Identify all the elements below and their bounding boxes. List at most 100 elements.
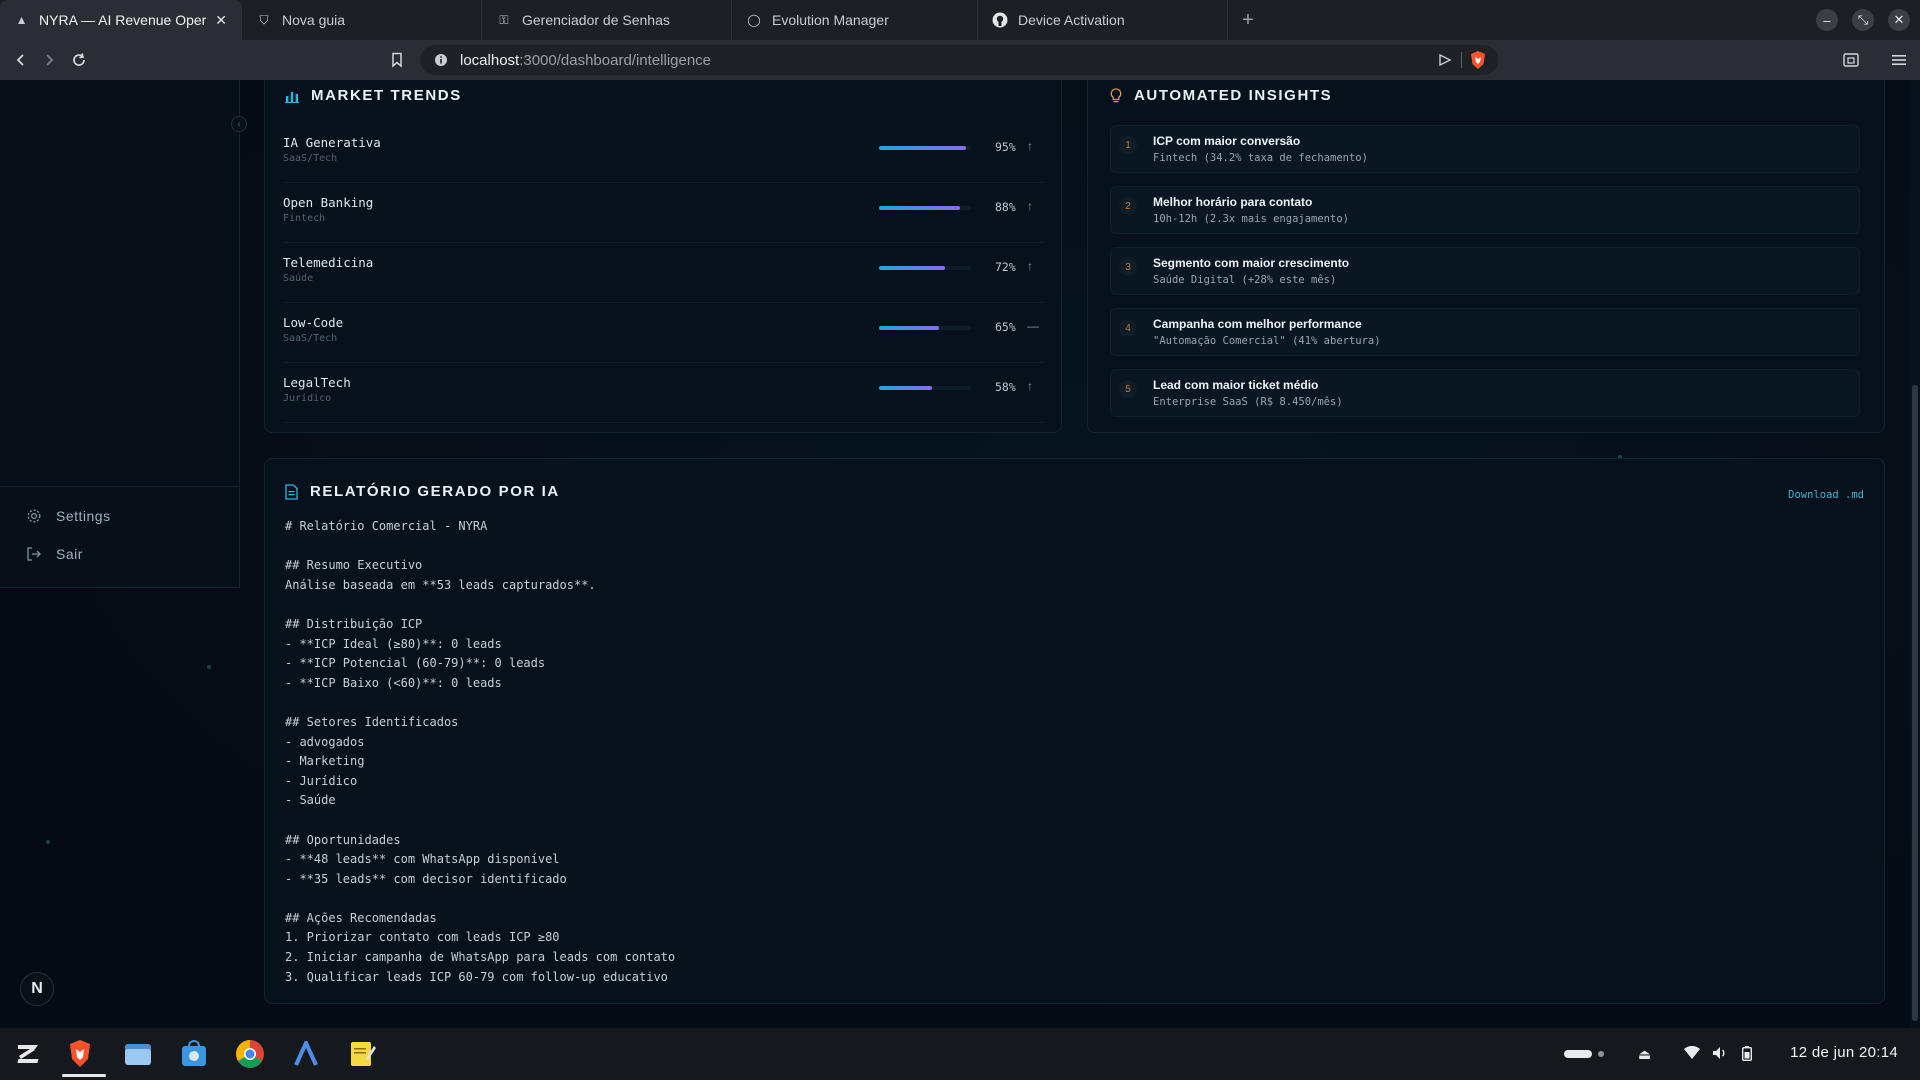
wifi-icon[interactable] xyxy=(1684,1045,1700,1063)
close-tab-icon[interactable]: ✕ xyxy=(207,12,227,29)
bookmark-button[interactable] xyxy=(386,49,408,71)
tab-label: Evolution Manager xyxy=(772,12,889,28)
download-md-link[interactable]: Download .md xyxy=(1788,489,1864,501)
tab-nova-guia[interactable]: ⛉ Nova guia xyxy=(242,0,482,40)
insight-item: 5 Lead com maior ticket médio Enterprise S… xyxy=(1110,369,1860,417)
trend-bar-fill xyxy=(879,386,933,390)
page-scrollbar[interactable] xyxy=(1910,80,1920,1028)
zorin-menu-icon[interactable] xyxy=(12,1038,44,1070)
report-line: ## Resumo Executivo xyxy=(285,558,423,573)
insight-description: Saúde Digital (+28% este mês) xyxy=(1153,274,1337,286)
tab-evolution-manager[interactable]: ◯ Evolution Manager xyxy=(732,0,978,40)
forward-button[interactable] xyxy=(38,49,60,71)
chat-bubble-icon: ◯ xyxy=(747,13,761,27)
report-line: - **ICP Ideal (≥80)**: 0 leads xyxy=(285,636,502,651)
ai-report-card: RELATÓRIO GERADO POR IA Download .md # R… xyxy=(264,458,1885,1004)
trend-name: Telemedicina xyxy=(283,255,374,270)
trend-bar xyxy=(879,146,971,150)
report-line: - **48 leads** com WhatsApp disponível xyxy=(285,852,560,867)
eject-icon[interactable]: ⏏ xyxy=(1638,1046,1651,1063)
address-bar[interactable]: localhost:3000/dashboard/intelligence xyxy=(420,45,1498,75)
insight-number-badge: 1 xyxy=(1119,136,1137,154)
scrollbar-thumb[interactable] xyxy=(1912,385,1918,1021)
site-info-icon[interactable] xyxy=(434,53,448,67)
insight-title: Lead com maior ticket médio xyxy=(1153,378,1319,392)
workspace-indicator[interactable] xyxy=(1564,1050,1592,1058)
insight-title: Melhor horário para contato xyxy=(1153,195,1313,209)
card-title-text: AUTOMATED INSIGHTS xyxy=(1134,87,1333,104)
brave-shields-icon[interactable] xyxy=(1468,50,1488,70)
trend-bar xyxy=(879,326,971,330)
panel-icon xyxy=(1843,53,1859,67)
insight-item: 1 ICP com maior conversão Fintech (34.2% t… xyxy=(1110,125,1860,173)
trend-name: LegalTech xyxy=(283,375,351,390)
report-line: - **ICP Baixo (<60)**: 0 leads xyxy=(285,675,502,690)
trend-row: Open Banking Fintech 88% ↑ xyxy=(283,187,1043,243)
sidebar-item-logout[interactable]: Sair xyxy=(26,546,83,562)
trend-sector: SaaS/Tech xyxy=(283,333,338,344)
divider xyxy=(1461,52,1462,68)
report-content: # Relatório Comercial - NYRA ## Resumo Ex… xyxy=(285,517,675,987)
software-store-icon[interactable] xyxy=(178,1038,210,1070)
trend-percent: 65% xyxy=(995,320,1016,334)
restore-button[interactable]: ⤡ xyxy=(1852,9,1874,31)
reload-button[interactable] xyxy=(68,49,90,71)
trend-percent: 95% xyxy=(995,140,1016,154)
tab-gerenciador-senhas[interactable]: ⚿ Gerenciador de Senhas xyxy=(482,0,732,40)
new-tab-button[interactable]: + xyxy=(1228,0,1268,40)
trend-percent: 72% xyxy=(995,260,1016,274)
github-icon xyxy=(992,12,1008,28)
trend-bar xyxy=(879,206,971,210)
volume-icon[interactable] xyxy=(1712,1046,1728,1063)
workspace-dot[interactable] xyxy=(1598,1051,1604,1057)
brave-browser-icon[interactable] xyxy=(64,1038,96,1070)
arc-app-icon[interactable] xyxy=(290,1038,322,1070)
insight-item: 2 Melhor horário para contato 10h-12h (2.3… xyxy=(1110,186,1860,234)
collapse-sidebar-button[interactable]: ‹ xyxy=(231,116,247,132)
tab-nyra[interactable]: ▲ NYRA — AI Revenue Operat ✕ xyxy=(0,0,242,40)
sidebar-toggle-button[interactable] xyxy=(1840,49,1862,71)
report-line: - Marketing xyxy=(285,754,365,769)
trend-direction-icon: ↑ xyxy=(1027,199,1033,213)
trend-percent: 88% xyxy=(995,200,1016,214)
trend-row: Telemedicina Saúde 72% ↑ xyxy=(283,247,1043,303)
insight-title: Segmento com maior crescimento xyxy=(1153,256,1350,270)
insight-description: Fintech (34.2% taxa de fechamento) xyxy=(1153,152,1368,164)
menu-button[interactable] xyxy=(1888,49,1910,71)
share-icon[interactable] xyxy=(1438,53,1452,67)
tab-device-activation[interactable]: Device Activation xyxy=(978,0,1228,40)
browser-toolbar: localhost:3000/dashboard/intelligence xyxy=(0,40,1920,80)
report-line: - **ICP Potencial (60-79)**: 0 leads xyxy=(285,656,546,671)
insight-number-badge: 3 xyxy=(1119,258,1137,276)
close-window-button[interactable]: ✕ xyxy=(1888,9,1910,31)
insight-description: "Automação Comercial" (41% abertura) xyxy=(1153,335,1381,347)
avatar[interactable]: N xyxy=(20,972,54,1006)
minimize-button[interactable]: – xyxy=(1816,9,1838,31)
dashboard-page: ‹ Settings Sair N MARKET TRENDS IA Gener… xyxy=(0,80,1920,1028)
battery-icon[interactable] xyxy=(1741,1046,1753,1064)
report-line xyxy=(285,811,675,831)
automated-insights-card: AUTOMATED INSIGHTS 1 ICP com maior conver… xyxy=(1087,80,1885,433)
report-line: 3. Qualificar leads ICP 60-79 com follow… xyxy=(285,969,668,984)
trend-name: IA Generativa xyxy=(283,135,381,150)
ai-report-title: RELATÓRIO GERADO POR IA xyxy=(285,483,560,500)
insight-number-badge: 5 xyxy=(1119,380,1137,398)
files-icon[interactable] xyxy=(122,1038,154,1070)
back-button[interactable] xyxy=(10,49,32,71)
sidebar-item-settings[interactable]: Settings xyxy=(26,508,111,524)
report-line: - Jurídico xyxy=(285,773,358,788)
clock[interactable]: 12 de jun 20:14 xyxy=(1790,1044,1898,1061)
report-line xyxy=(285,693,675,713)
chrome-icon[interactable] xyxy=(234,1038,266,1070)
sidebar-item-label: Sair xyxy=(56,546,83,562)
sidebar: ‹ Settings Sair xyxy=(0,80,247,588)
document-icon xyxy=(285,483,298,500)
report-line: - Saúde xyxy=(285,793,336,808)
brave-shield-icon: ⛉ xyxy=(259,12,269,27)
notes-icon[interactable] xyxy=(346,1038,378,1070)
url-path: :3000/dashboard/intelligence xyxy=(519,51,712,69)
reload-icon xyxy=(73,53,85,66)
insight-title: Campanha com melhor performance xyxy=(1153,317,1362,331)
browser-tab-bar: ▲ NYRA — AI Revenue Operat ✕ ⛉ Nova guia… xyxy=(0,0,1920,40)
trend-name: Open Banking xyxy=(283,195,374,210)
